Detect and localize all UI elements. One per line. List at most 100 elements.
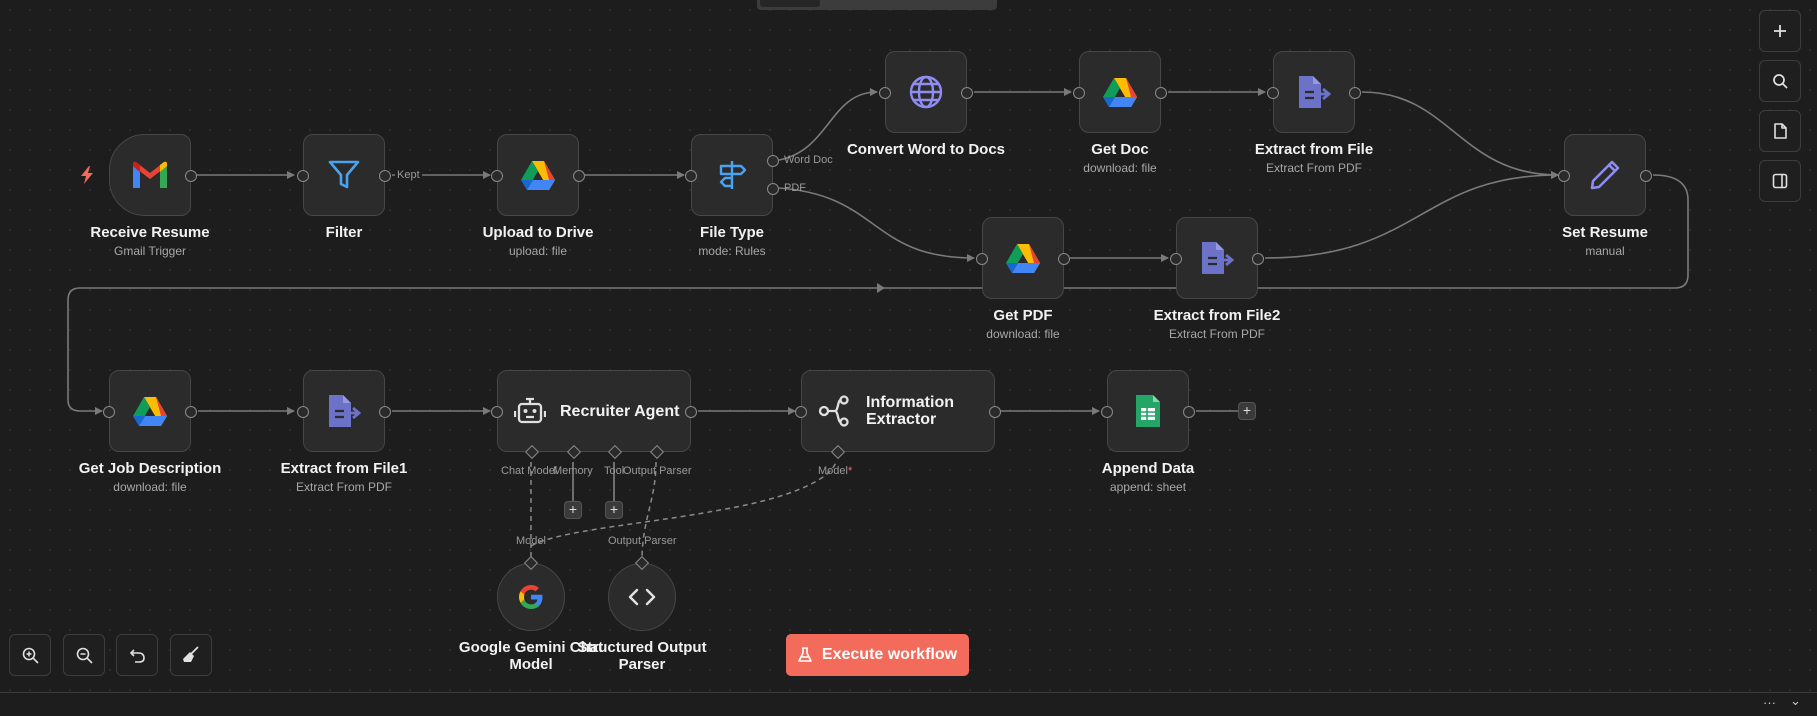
output-handle[interactable]	[685, 406, 697, 418]
node-subtitle: download: file	[113, 480, 187, 494]
node-title: File Type	[700, 224, 764, 241]
chevron-down-icon[interactable]: ⌄	[1790, 693, 1801, 709]
input-handle[interactable]	[103, 406, 115, 418]
output-handle[interactable]	[185, 406, 197, 418]
pencil-icon	[1590, 160, 1620, 190]
input-handle[interactable]	[1170, 253, 1182, 265]
plus-icon	[1774, 25, 1786, 37]
node-get-pdf[interactable]	[976, 217, 1070, 299]
output-handle[interactable]	[1640, 170, 1652, 182]
input-handle[interactable]	[795, 406, 807, 418]
file-extract-icon	[1299, 76, 1332, 108]
node-structured-output-parser[interactable]	[608, 555, 676, 631]
input-handle[interactable]	[1101, 406, 1113, 418]
input-handle[interactable]	[491, 170, 503, 182]
zoom-out-button[interactable]	[63, 634, 105, 676]
funnel-icon	[328, 160, 360, 189]
node-get-doc[interactable]	[1073, 51, 1167, 133]
node-title: Append Data	[1101, 460, 1195, 477]
add-next-node-button[interactable]: +	[1238, 402, 1256, 420]
input-handle[interactable]	[976, 253, 988, 265]
broom-icon	[183, 646, 199, 662]
node-upload-to-drive[interactable]	[491, 134, 585, 216]
output-handle[interactable]	[989, 406, 1001, 418]
globe-icon	[909, 75, 943, 109]
output-handle-word-doc[interactable]	[767, 155, 779, 167]
node-subtitle: download: file	[986, 327, 1060, 341]
sticky-note-button[interactable]	[1759, 110, 1801, 152]
zoom-in-button[interactable]	[9, 634, 51, 676]
node-convert-word-to-docs[interactable]	[879, 51, 973, 133]
flask-icon	[798, 647, 812, 662]
input-handle[interactable]	[1558, 170, 1570, 182]
node-google-gemini-chat-model[interactable]	[497, 555, 565, 631]
reset-zoom-button[interactable]	[116, 634, 158, 676]
node-subtitle: Extract From PDF	[1168, 327, 1266, 341]
input-handle[interactable]	[1267, 87, 1279, 99]
connector-label-tool: Tool	[604, 465, 625, 477]
node-title: Receive Resume	[90, 224, 210, 241]
google-drive-icon	[133, 396, 167, 426]
undo-icon	[129, 648, 145, 663]
zoom-in-icon	[22, 647, 39, 664]
node-title-line1: Structured Output	[577, 639, 707, 656]
panel-toggle-button[interactable]	[1759, 160, 1801, 202]
node-subtitle: mode: Rules	[698, 244, 766, 258]
output-handle[interactable]	[961, 87, 973, 99]
node-extract-from-file1[interactable]	[297, 370, 391, 452]
node-title-line2: Parser	[618, 656, 666, 673]
signpost-icon	[719, 161, 747, 189]
output-handle[interactable]	[1058, 253, 1070, 265]
output-handle[interactable]	[185, 170, 197, 182]
add-node-button[interactable]	[1759, 10, 1801, 52]
node-extract-from-file[interactable]	[1267, 51, 1361, 133]
add-tool-button[interactable]: +	[605, 501, 623, 519]
input-handle[interactable]	[297, 170, 309, 182]
output-handle-pdf[interactable]	[767, 183, 779, 195]
input-handle[interactable]	[1073, 87, 1085, 99]
node-set-resume[interactable]	[1558, 134, 1652, 216]
add-memory-button[interactable]: +	[564, 501, 582, 519]
node-receive-resume[interactable]	[109, 134, 197, 216]
search-button[interactable]	[1759, 60, 1801, 102]
input-handle[interactable]	[297, 406, 309, 418]
node-title-line2: Extractor	[866, 411, 937, 428]
node-subtitle: append: sheet	[1109, 480, 1187, 494]
edge-label-word-doc: Word Doc	[784, 154, 833, 166]
output-handle[interactable]	[1155, 87, 1167, 99]
node-subtitle: manual	[1585, 244, 1625, 258]
output-handle[interactable]	[1349, 87, 1361, 99]
connector-label-model: Model*	[818, 465, 853, 477]
output-handle[interactable]	[1183, 406, 1195, 418]
node-file-type[interactable]	[685, 134, 779, 216]
node-filter[interactable]	[297, 134, 391, 216]
connector-label-memory: Memory	[553, 465, 593, 477]
node-title: Extract from File2	[1153, 307, 1281, 324]
node-recruiter-agent[interactable]: Recruiter Agent	[491, 370, 697, 460]
execute-workflow-button[interactable]: Execute workflow	[786, 634, 969, 676]
more-options-button[interactable]: ···	[1763, 695, 1776, 710]
search-icon	[1773, 74, 1788, 89]
node-get-job-description[interactable]	[103, 370, 197, 452]
output-handle[interactable]	[379, 170, 391, 182]
node-title: Filter	[325, 224, 363, 241]
output-handle[interactable]	[1252, 253, 1264, 265]
input-handle[interactable]	[879, 87, 891, 99]
output-handle[interactable]	[379, 406, 391, 418]
google-drive-icon	[1006, 243, 1040, 273]
connector-label-output-parser-target: Output Parser	[608, 535, 677, 547]
node-append-data[interactable]	[1101, 370, 1195, 452]
node-information-extractor[interactable]: Information Extractor	[795, 370, 1001, 460]
edge-label-kept: Kept	[395, 169, 422, 181]
tidy-up-button[interactable]	[170, 634, 212, 676]
node-title: Get Doc	[1091, 141, 1149, 158]
edge-extract-setresume	[1361, 91, 1559, 179]
output-handle[interactable]	[573, 170, 585, 182]
node-extract-from-file2[interactable]	[1170, 217, 1264, 299]
input-handle[interactable]	[491, 406, 503, 418]
node-subtitle: Gmail Trigger	[113, 244, 187, 258]
logs-panel-bar[interactable]: ··· ⌄	[0, 692, 1817, 716]
node-title: Convert Word to Docs	[846, 141, 1006, 158]
node-title: Get PDF	[993, 307, 1053, 324]
input-handle[interactable]	[685, 170, 697, 182]
